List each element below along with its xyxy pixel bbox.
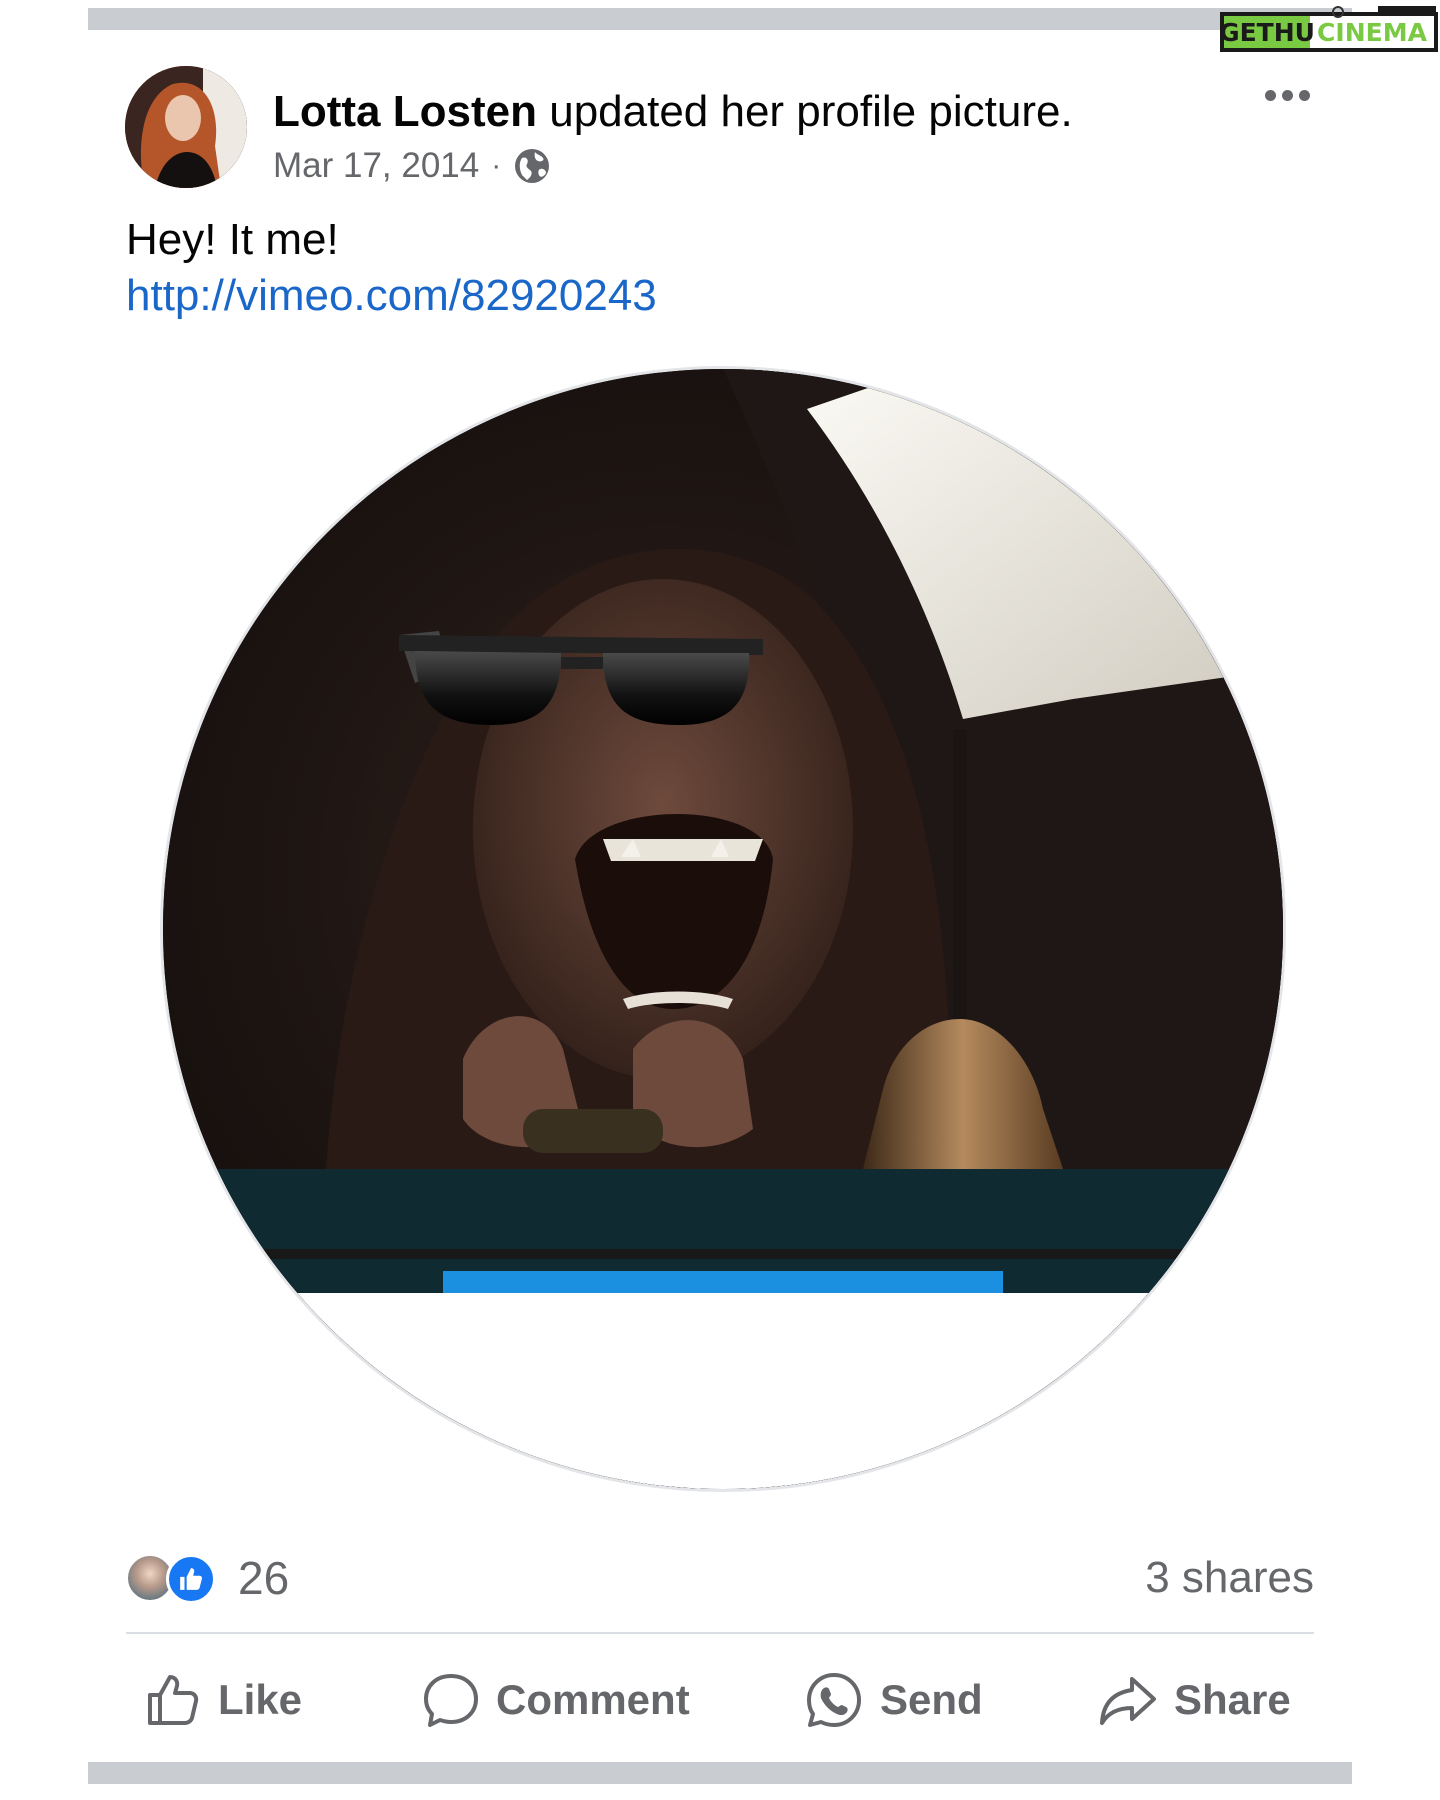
header-text: Lotta Losten updated her profile picture…: [273, 84, 1073, 186]
post-meta: Mar 17, 2014 ·: [273, 146, 1073, 186]
more-dot: [1298, 89, 1310, 101]
thumbs-up-icon: [148, 1675, 199, 1725]
action-text: updated her profile picture.: [549, 87, 1073, 136]
more-dot: [1281, 89, 1293, 101]
post-actions: Like Comment Send Share: [126, 1660, 1314, 1740]
globe-icon[interactable]: [513, 147, 551, 185]
watermark-text-2: CINEMA: [1317, 18, 1428, 47]
share-arrow-icon: [1100, 1677, 1156, 1725]
shares-count[interactable]: 3 shares: [1145, 1550, 1314, 1606]
author-avatar[interactable]: [125, 66, 247, 188]
feed-divider-bottom: [88, 1762, 1352, 1784]
post-caption: Hey! It me!: [126, 215, 339, 264]
send-label: Send: [880, 1676, 983, 1723]
more-dot: [1264, 89, 1276, 101]
post-stats: 26 3 shares: [126, 1550, 1314, 1610]
watermark-text-1: GETHU: [1219, 18, 1315, 47]
headline: Lotta Losten updated her profile picture…: [273, 84, 1073, 140]
post-date[interactable]: Mar 17, 2014: [273, 146, 479, 186]
meta-separator: ·: [491, 149, 502, 182]
share-button[interactable]: Share: [1098, 1660, 1291, 1740]
reaction-icons[interactable]: [126, 1554, 226, 1604]
gethu-cinema-watermark-logo: GETHU CINEMA: [1218, 6, 1440, 56]
comment-icon: [424, 1674, 478, 1727]
share-label: Share: [1174, 1676, 1291, 1723]
author-name[interactable]: Lotta Losten: [273, 87, 537, 136]
send-button[interactable]: Send: [804, 1660, 983, 1740]
reaction-count[interactable]: 26: [238, 1550, 289, 1606]
like-button[interactable]: Like: [144, 1660, 302, 1740]
profile-picture-photo[interactable]: [160, 366, 1286, 1492]
post-body: Hey! It me! http://vimeo.com/82920243: [126, 212, 657, 324]
facebook-post-page: GETHU CINEMA Lotta Losten updated her pr…: [0, 0, 1440, 1800]
like-reaction-icon: [166, 1554, 216, 1604]
post-link[interactable]: http://vimeo.com/82920243: [126, 268, 657, 324]
stats-divider: [126, 1632, 1314, 1634]
whatsapp-icon: [807, 1673, 861, 1727]
feed-divider-top: [88, 8, 1352, 30]
like-label: Like: [218, 1676, 303, 1723]
comment-label: Comment: [496, 1676, 690, 1723]
comment-button[interactable]: Comment: [422, 1660, 690, 1740]
post-header: Lotta Losten updated her profile picture…: [125, 66, 1315, 196]
more-options-icon[interactable]: [1259, 80, 1315, 110]
